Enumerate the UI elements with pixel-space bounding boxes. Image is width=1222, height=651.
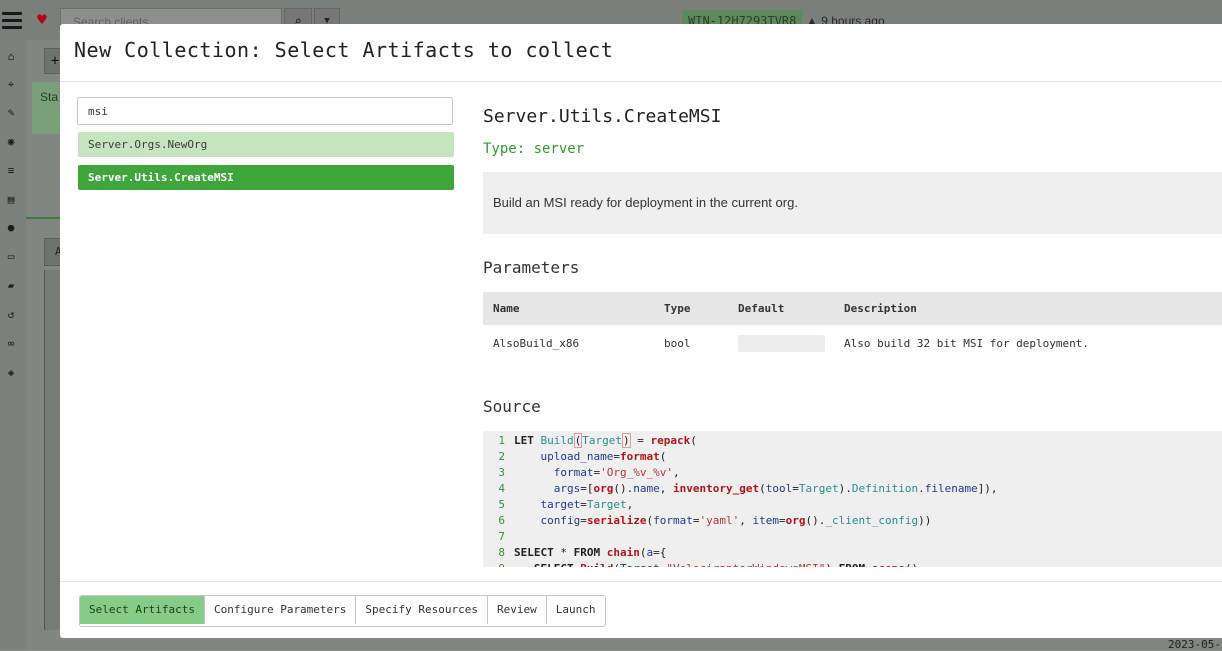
parameters-heading: Parameters (483, 258, 580, 277)
code-line: 2 upload_name=format( (498, 450, 667, 463)
history-icon[interactable]: ↺ (4, 308, 18, 322)
code-line: 3 format='Org_%v_%v', (498, 466, 680, 479)
step-review[interactable]: Review (488, 596, 547, 624)
folder-icon[interactable]: ▰ (4, 279, 18, 293)
artifact-title: Server.Utils.CreateMSI (483, 106, 722, 127)
laptop-icon[interactable]: ▭ (4, 250, 18, 264)
code-line: 9 SELECT Build(Target="VelociraptorWindo… (483, 561, 918, 567)
eye-icon[interactable]: ◉ (4, 135, 18, 149)
code-line: 5 target=Target, (498, 498, 634, 511)
velociraptor-logo-icon[interactable]: ♥ (32, 10, 52, 36)
source-code[interactable]: 1 LET Build(Target) = repack( 2 upload_na… (483, 431, 1222, 567)
param-type: bool (664, 337, 691, 350)
modal-header: New Collection: Select Artifacts to coll… (60, 24, 1222, 82)
step-select-artifacts[interactable]: Select Artifacts (80, 596, 205, 624)
binoculars-icon[interactable]: ∞ (4, 337, 18, 351)
artifact-item-selected[interactable]: Server.Utils.CreateMSI (78, 165, 454, 190)
menu-icon[interactable] (2, 12, 22, 30)
new-collection-modal: New Collection: Select Artifacts to coll… (60, 24, 1222, 638)
param-default (738, 335, 825, 352)
source-heading: Source (483, 397, 541, 416)
modal-title: New Collection: Select Artifacts to coll… (74, 38, 614, 62)
home-icon[interactable]: ⌂ (4, 50, 18, 64)
code-line: 1 LET Build(Target) = repack( (498, 433, 697, 448)
artifact-item[interactable]: Server.Orgs.NewOrg (78, 132, 454, 157)
param-description: Also build 32 bit MSI for deployment. (844, 337, 1090, 350)
column-name: Name (493, 302, 520, 315)
artifact-search-input[interactable] (77, 97, 453, 125)
artifact-type: Type: server (483, 141, 585, 157)
param-name: AlsoBuild_x86 (493, 337, 580, 350)
parameters-table-header: Name Type Default Description (483, 292, 1222, 325)
server-icon[interactable]: ≡ (4, 164, 18, 178)
shield-icon[interactable]: ◈ (4, 366, 18, 380)
step-launch[interactable]: Launch (546, 596, 605, 624)
modal-footer: Select Artifacts Configure Parameters Sp… (60, 581, 1222, 638)
crosshair-icon[interactable]: ⌖ (4, 78, 18, 92)
book-icon[interactable]: ▤ (4, 193, 18, 207)
code-line: 8 SELECT * FROM chain(a={ (498, 546, 667, 559)
artifact-description: Build an MSI ready for deployment in the… (483, 172, 1222, 234)
step-specify-resources[interactable]: Specify Resources (356, 596, 489, 624)
column-description: Description (844, 302, 917, 315)
wrench-icon[interactable]: ✎ (4, 106, 18, 120)
column-type: Type (664, 302, 691, 315)
code-line: 7 (498, 530, 505, 543)
wizard-steps: Select Artifacts Configure Parameters Sp… (79, 595, 606, 627)
code-line: 4 args=[org().name, inventory_get(tool=T… (498, 482, 998, 495)
step-configure-parameters[interactable]: Configure Parameters (204, 596, 357, 624)
sidebar: ⌂ ⌖ ✎ ◉ ≡ ▤ ● ▭ ▰ ↺ ∞ ◈ (0, 40, 26, 650)
code-line: 6 config=serialize(format='yaml', item=o… (498, 514, 932, 527)
column-default: Default (738, 302, 785, 315)
user-icon[interactable]: ● (4, 221, 18, 235)
background-date: 2023-05- (1168, 638, 1221, 651)
